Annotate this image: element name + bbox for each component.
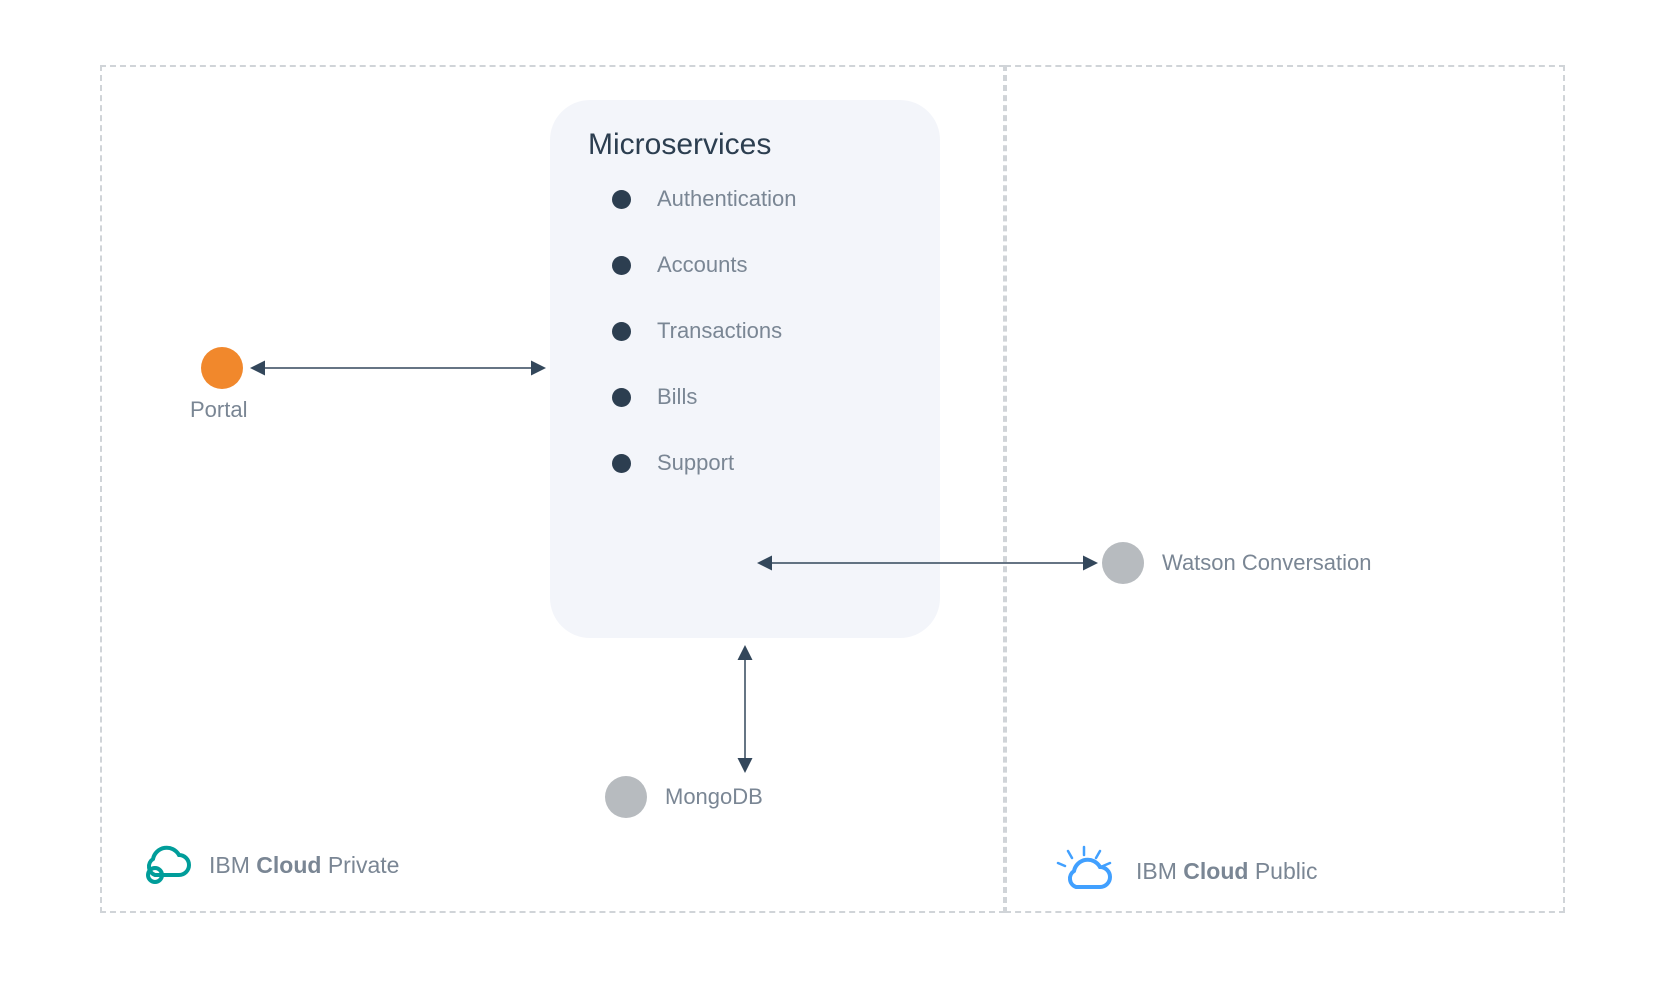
microservices-title: Microservices — [588, 128, 940, 162]
dot-icon — [612, 388, 631, 407]
microservice-accounts: Accounts — [612, 252, 940, 278]
node-portal — [201, 347, 243, 389]
service-icon — [1102, 542, 1144, 584]
cloud-private-icon — [135, 845, 191, 885]
database-icon — [605, 776, 647, 818]
microservice-label: Transactions — [657, 318, 782, 344]
microservices-panel: Microservices Authentication Accounts Tr… — [550, 100, 940, 638]
zone-public — [1005, 65, 1565, 913]
dot-icon — [612, 256, 631, 275]
dot-icon — [612, 190, 631, 209]
brand-prefix: IBM — [1136, 858, 1177, 884]
microservice-label: Accounts — [657, 252, 748, 278]
brand-suffix: Private — [328, 852, 400, 878]
microservice-label: Bills — [657, 384, 697, 410]
portal-label: Portal — [190, 397, 247, 423]
dot-icon — [612, 322, 631, 341]
brand-bold: Cloud — [1183, 858, 1248, 884]
cloud-public-icon — [1050, 845, 1118, 897]
microservice-label: Authentication — [657, 186, 796, 212]
microservice-authentication: Authentication — [612, 186, 940, 212]
watson-label: Watson Conversation — [1162, 550, 1372, 576]
brand-bold: Cloud — [256, 852, 321, 878]
mongodb-label: MongoDB — [665, 784, 763, 810]
portal-icon — [201, 347, 243, 389]
zone-public-label: IBM Cloud Public — [1050, 845, 1317, 897]
microservice-support: Support — [612, 450, 940, 476]
dot-icon — [612, 454, 631, 473]
brand-suffix: Public — [1255, 858, 1318, 884]
zone-private-label: IBM Cloud Private — [135, 845, 399, 885]
diagram-canvas: Microservices Authentication Accounts Tr… — [0, 0, 1665, 982]
microservice-transactions: Transactions — [612, 318, 940, 344]
brand-prefix: IBM — [209, 852, 250, 878]
node-mongodb: MongoDB — [605, 776, 763, 818]
node-watson: Watson Conversation — [1102, 542, 1372, 584]
microservice-bills: Bills — [612, 384, 940, 410]
microservice-label: Support — [657, 450, 734, 476]
